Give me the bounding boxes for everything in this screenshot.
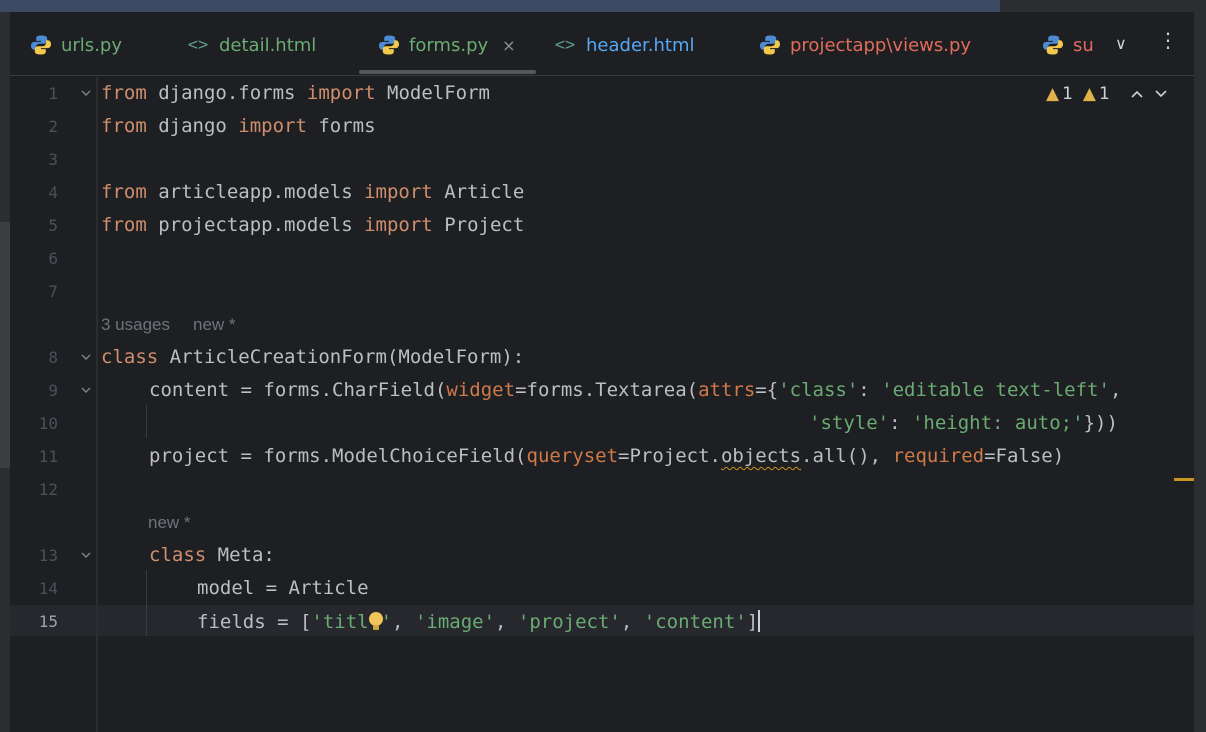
line-number-current[interactable]: 15 [10, 612, 58, 631]
line-number[interactable]: 4 [10, 183, 58, 202]
line-number[interactable]: 6 [10, 249, 58, 268]
tab-projectapp-views-py[interactable]: projectapp\views.py [759, 32, 971, 58]
line-number[interactable]: 8 [10, 348, 58, 367]
previous-highlight-icon[interactable] [1130, 85, 1144, 103]
python-icon [759, 34, 781, 56]
line-number[interactable]: 5 [10, 216, 58, 235]
tab-label: projectapp\views.py [790, 34, 972, 56]
tab-detail-html[interactable]: <> detail.html [185, 32, 317, 58]
tab-urls-py[interactable]: urls.py [30, 32, 122, 58]
editor-tab-bar: urls.py <> detail.html forms.py × <> hea… [10, 12, 1194, 76]
tab-label: detail.html [219, 34, 317, 56]
more-options-icon[interactable]: ⋮ [1158, 30, 1178, 50]
warning-icon: ▲ [1082, 84, 1096, 104]
code-line-11[interactable]: project = forms.ModelChoiceField(queryse… [149, 445, 1064, 467]
fold-icon[interactable] [80, 87, 92, 102]
indent-guide [146, 405, 147, 438]
lightbulb-icon[interactable] [368, 612, 383, 630]
line-number[interactable]: 12 [10, 480, 58, 499]
html-icon: <> [554, 35, 576, 55]
line-number[interactable]: 11 [10, 447, 58, 466]
next-highlight-icon[interactable] [1154, 85, 1168, 103]
tab-label: header.html [586, 34, 695, 56]
code-line-8[interactable]: class ArticleCreationForm(ModelForm): [101, 346, 524, 368]
indent-guide [146, 570, 147, 636]
line-number[interactable]: 10 [10, 414, 58, 433]
fold-icon[interactable] [80, 549, 92, 564]
active-tab-indicator [359, 70, 536, 74]
line-number[interactable]: 13 [10, 546, 58, 565]
editor-scrollbar[interactable] [1194, 12, 1206, 732]
line-number[interactable]: 7 [10, 282, 58, 301]
line-number[interactable]: 9 [10, 381, 58, 400]
text-caret [758, 610, 761, 632]
inspection-widget[interactable]: ▲ 1 ▲ 1 [1046, 84, 1168, 104]
code-line-15[interactable]: fields = ['titl ', 'image', 'project', 'c… [197, 610, 761, 633]
code-line-1[interactable]: from django.forms import ModelForm [101, 82, 490, 104]
code-line-13[interactable]: class Meta: [149, 544, 275, 566]
code-line-10[interactable]: 'style': 'height: auto;'})) [809, 412, 1118, 434]
fold-icon[interactable] [80, 384, 92, 399]
warning-stripe-marker[interactable] [1174, 478, 1194, 481]
warning-icon: ▲ [1046, 84, 1060, 104]
warning-count[interactable]: ▲ 1 [1046, 84, 1073, 104]
code-line-4[interactable]: from articleapp.models import Article [101, 181, 524, 203]
close-icon[interactable]: × [502, 36, 515, 55]
title-strip-accent [0, 0, 1000, 12]
gutter-separator [96, 77, 98, 732]
fold-icon[interactable] [80, 351, 92, 366]
warning-underline: objects [720, 445, 802, 467]
python-icon [378, 34, 400, 56]
line-number[interactable]: 2 [10, 117, 58, 136]
html-icon: <> [187, 35, 209, 55]
left-tool-strip [0, 12, 10, 732]
code-line-14[interactable]: model = Article [197, 577, 369, 599]
code-line-9[interactable]: content = forms.CharField(widget=forms.T… [149, 379, 1121, 401]
tab-label: forms.py [409, 34, 489, 56]
chevron-down-icon[interactable]: ∨ [1115, 34, 1127, 53]
tab-label: urls.py [61, 34, 122, 56]
code-line-5[interactable]: from projectapp.models import Project [101, 214, 524, 236]
code-line-2[interactable]: from django import forms [101, 115, 376, 137]
author-hint[interactable]: new * [148, 513, 191, 533]
tab-forms-py[interactable]: forms.py × [378, 32, 516, 58]
title-strip [0, 0, 1206, 12]
author-hint[interactable]: new * [193, 315, 236, 335]
line-number[interactable]: 3 [10, 150, 58, 169]
line-number[interactable]: 1 [10, 84, 58, 103]
tab-label: su [1073, 34, 1094, 56]
python-icon [30, 34, 52, 56]
line-number[interactable]: 14 [10, 579, 58, 598]
tab-header-html[interactable]: <> header.html [552, 32, 695, 58]
left-scroll-thumb[interactable] [0, 222, 10, 468]
tab-su-truncated[interactable]: su [1042, 32, 1098, 58]
weak-warning-count[interactable]: ▲ 1 [1083, 84, 1110, 104]
usages-hint[interactable]: 3 usages [101, 315, 170, 335]
python-icon [1042, 34, 1064, 56]
